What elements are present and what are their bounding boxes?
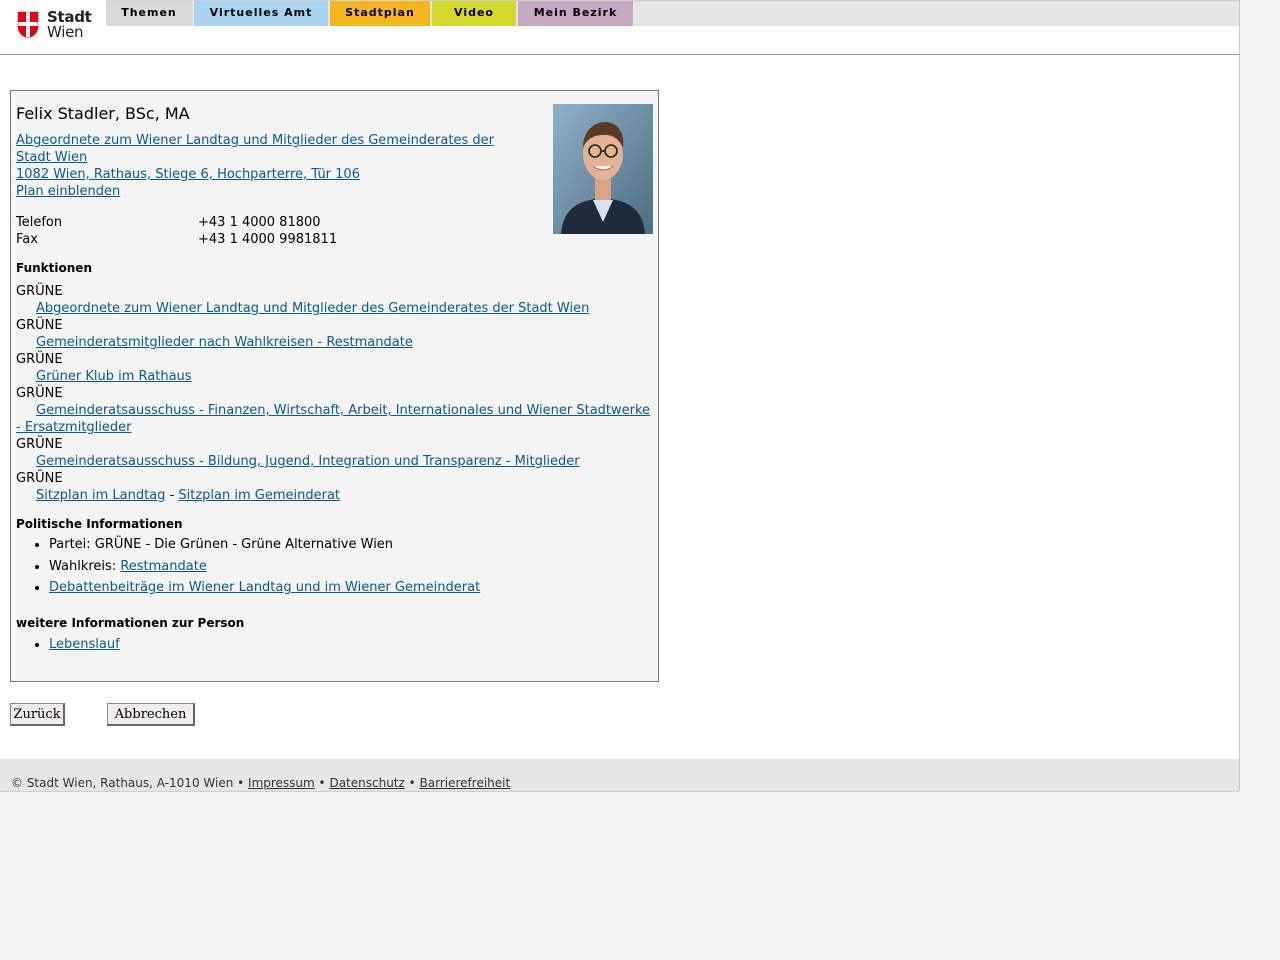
plan-link[interactable]: Plan einblenden [16,184,120,199]
phone-value: +43 1 4000 81800 [198,215,321,230]
person-photo [553,104,653,234]
back-button[interactable]: Zurück [10,703,65,726]
cv-link[interactable]: Lebenslauf [49,637,120,652]
main-navigation: Themen Virtuelles Amt Stadtplan Video Me… [106,0,1239,26]
tab-video[interactable]: Video [432,1,516,26]
party-item: Partei: GRÜNE - Die Grünen - Grüne Alter… [49,536,651,553]
logo-line-2: Wien [47,23,84,41]
tab-themen[interactable]: Themen [106,1,192,26]
function-party: GRÜNE [16,437,63,452]
functions-list: GRÜNE Abgeordnete zum Wiener Landtag und… [16,283,656,504]
tab-virtuelles-amt[interactable]: Virtuelles Amt [194,1,328,26]
footer-separator: • [314,776,330,790]
footer-separator: • [404,776,420,790]
function-party: GRÜNE [16,318,63,333]
page: Stadt Wien Themen Virtuelles Amt Stadtpl… [0,0,1240,792]
seat-plan-landtag-link[interactable]: Sitzplan im Landtag [36,488,165,503]
cv-item: Lebenslauf [49,636,651,653]
function-party: GRÜNE [16,386,63,401]
person-name: Felix Stadler, BSc, MA [16,104,190,123]
fax-label: Fax [16,232,38,247]
cancel-button[interactable]: Abbrechen [107,703,195,726]
contact-row-phone: Telefon +43 1 4000 81800 [16,214,416,231]
wahlkreis-item: Wahlkreis: Restmandate [49,558,651,575]
tab-mein-bezirk[interactable]: Mein Bezirk [518,1,633,26]
function-party: GRÜNE [16,352,63,367]
datenschutz-link[interactable]: Datenschutz [329,776,404,790]
function-link[interactable]: Gemeinderatsmitglieder nach Wahlkreisen … [36,335,413,350]
political-info-list: Partei: GRÜNE - Die Grünen - Grüne Alter… [11,536,651,601]
role-link-line-1: Abgeordnete zum Wiener Landtag und Mitgl… [16,133,494,148]
further-info-heading: weitere Informationen zur Person [16,616,245,630]
function-link[interactable]: Grüner Klub im Rathaus [36,369,192,384]
address-link[interactable]: 1082 Wien, Rathaus, Stiege 6, Hochparter… [16,167,360,182]
header: Stadt Wien Themen Virtuelles Amt Stadtpl… [0,0,1239,55]
footer-text: © Stadt Wien, Rathaus, A-1010 Wien • Imp… [11,776,510,790]
contact-table: Telefon +43 1 4000 81800 Fax +43 1 4000 … [16,214,416,248]
person-card: Felix Stadler, BSc, MA Abgeordnete zum W… [10,90,659,682]
person-address-block: Abgeordnete zum Wiener Landtag und Mitgl… [16,132,516,200]
contact-row-fax: Fax +43 1 4000 9981811 [16,231,416,248]
function-party: GRÜNE [16,471,63,486]
fax-value: +43 1 4000 9981811 [198,232,338,247]
footer-copyright: © Stadt Wien, Rathaus, A-1010 Wien • [11,776,249,790]
footer: © Stadt Wien, Rathaus, A-1010 Wien • Imp… [0,759,1239,792]
function-party: GRÜNE [16,284,63,299]
tab-stadtplan[interactable]: Stadtplan [330,1,430,26]
function-link[interactable]: Abgeordnete zum Wiener Landtag und Mitgl… [36,301,589,316]
seat-plan-gemeinderat-link[interactable]: Sitzplan im Gemeinderat [178,488,340,503]
phone-label: Telefon [16,215,63,230]
barrierefreiheit-link[interactable]: Barrierefreiheit [420,776,511,790]
debate-link[interactable]: Debattenbeiträge im Wiener Landtag und i… [49,580,480,595]
role-link-line-2: Stadt Wien [16,150,88,165]
stadt-wien-logo[interactable]: Stadt Wien [17,10,107,42]
functions-heading: Funktionen [16,261,92,275]
wien-shield-icon [17,11,39,39]
function-link[interactable]: Gemeinderatsausschuss - Finanzen, Wirtsc… [16,403,650,435]
debate-item: Debattenbeiträge im Wiener Landtag und i… [49,579,651,596]
portrait-image [553,104,653,234]
seat-link-separator: - [165,488,179,503]
political-info-heading: Politische Informationen [16,517,183,531]
further-info-list: Lebenslauf [11,636,651,658]
impressum-link[interactable]: Impressum [248,776,315,790]
wahlkreis-link[interactable]: Restmandate [120,559,207,574]
function-link[interactable]: Gemeinderatsausschuss - Bildung, Jugend,… [36,454,580,469]
role-link[interactable]: Abgeordnete zum Wiener Landtag und Mitgl… [16,133,494,165]
wahlkreis-label: Wahlkreis: [49,558,121,574]
